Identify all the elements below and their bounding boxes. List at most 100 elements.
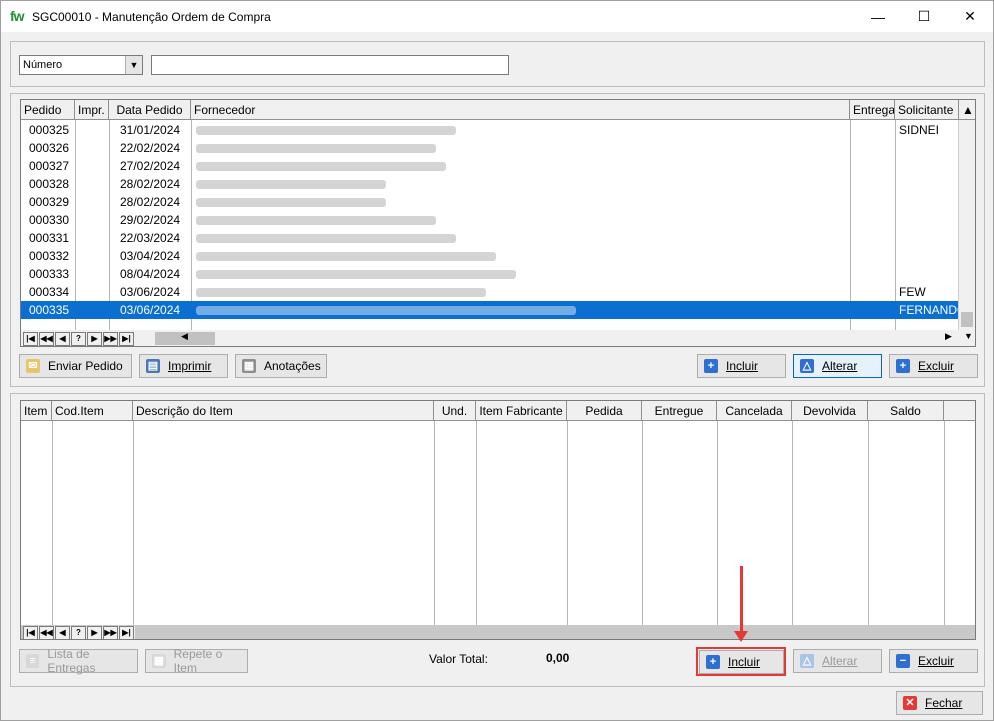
table-row[interactable]: 000334 03/06/2024 FEW: [21, 283, 959, 301]
horizontal-scrollbar[interactable]: |◀ ◀◀ ◀ ? ▶ ▶▶ ▶| ◀ ▶ ▼: [21, 330, 975, 346]
col-header-impr[interactable]: Impr.: [75, 100, 109, 120]
col-divider: [717, 421, 718, 625]
table-row[interactable]: 000333 08/04/2024: [21, 265, 959, 283]
imprimir-button[interactable]: ▤ Imprimir: [139, 354, 228, 378]
repeat-icon: ▦: [152, 654, 166, 668]
cell-data-pedido: 28/02/2024: [120, 195, 181, 209]
table-row[interactable]: 000335 03/06/2024 FERNANDO: [21, 301, 966, 319]
table-row[interactable]: 000330 29/02/2024: [21, 211, 959, 229]
orders-grid[interactable]: Pedido Impr. Data Pedido Fornecedor Entr…: [20, 99, 976, 347]
alterar-pedido-button[interactable]: △ Alterar: [793, 354, 882, 378]
table-row[interactable]: 000332 03/04/2024: [21, 247, 959, 265]
col-header-entrega[interactable]: Entrega: [850, 100, 895, 120]
window-title: SGC00010 - Manutenção Ordem de Compra: [32, 10, 271, 24]
excluir-pedido-button[interactable]: + Excluir: [889, 354, 978, 378]
cell-fornecedor-redacted: [196, 216, 436, 225]
items-grid[interactable]: Item Cod.Item Descrição do Item Und. Ite…: [20, 400, 976, 640]
enviar-pedido-label: Enviar Pedido: [48, 359, 123, 373]
col-header-descricao[interactable]: Descrição do Item: [133, 401, 434, 421]
cell-pedido: 000330: [29, 213, 70, 227]
col-divider: [434, 421, 435, 625]
nav-prev-page-button[interactable]: ◀◀: [39, 626, 54, 639]
col-header-solicitante[interactable]: Solicitante: [895, 100, 959, 120]
scroll-left-icon[interactable]: ◀: [181, 331, 188, 342]
close-button[interactable]: ✕: [947, 1, 993, 32]
scroll-down-icon[interactable]: ▼: [964, 331, 973, 341]
cell-pedido: 000335: [29, 303, 70, 317]
nav-next-page-button[interactable]: ▶▶: [103, 626, 118, 639]
excluir-pedido-label: Excluir: [918, 359, 955, 373]
table-row[interactable]: 000329 28/02/2024: [21, 193, 959, 211]
col-header-pedido[interactable]: Pedido: [21, 100, 75, 120]
table-row[interactable]: 000326 22/02/2024: [21, 139, 959, 157]
table-row[interactable]: 000325 31/01/2024 SIDNEI: [21, 121, 959, 139]
col-header-item-fabricante[interactable]: Item Fabricante: [476, 401, 567, 421]
app-logo-icon: fw: [10, 8, 25, 24]
cell-fornecedor-redacted: [196, 306, 576, 315]
col-divider: [52, 421, 53, 625]
col-divider: [642, 421, 643, 625]
nav-prev-page-button[interactable]: ◀◀: [39, 332, 54, 346]
cell-data-pedido: 03/06/2024: [120, 285, 181, 299]
nav-first-button[interactable]: |◀: [23, 332, 38, 346]
scroll-up-button[interactable]: ▲: [959, 100, 975, 120]
anotacoes-button[interactable]: ▦ Anotações: [235, 354, 327, 378]
alterar-pedido-label: Alterar: [822, 359, 858, 373]
nav-next-button[interactable]: ▶: [87, 332, 102, 346]
vertical-scrollbar[interactable]: [958, 120, 975, 330]
col-header-data-pedido[interactable]: Data Pedido: [109, 100, 191, 120]
enviar-pedido-button[interactable]: ✉ Enviar Pedido: [19, 354, 132, 378]
nav-first-button[interactable]: |◀: [23, 626, 38, 639]
nav-search-button[interactable]: ?: [71, 332, 86, 346]
alterar-item-button[interactable]: △ Alterar: [793, 649, 882, 673]
nav-search-button[interactable]: ?: [71, 626, 86, 639]
cell-pedido: 000329: [29, 195, 70, 209]
col-header-cancelada[interactable]: Cancelada: [717, 401, 792, 421]
incluir-pedido-button[interactable]: + Incluir: [697, 354, 786, 378]
anotacoes-label: Anotações: [264, 359, 321, 373]
minimize-button[interactable]: —: [855, 1, 901, 32]
nav-prev-button[interactable]: ◀: [55, 626, 70, 639]
col-header-saldo[interactable]: Saldo: [868, 401, 944, 421]
nav-next-page-button[interactable]: ▶▶: [103, 332, 118, 346]
scroll-right-icon[interactable]: ▶: [945, 331, 952, 342]
col-header-und[interactable]: Und.: [434, 401, 476, 421]
table-row[interactable]: 000331 22/03/2024: [21, 229, 959, 247]
edit-icon: △: [800, 359, 814, 373]
col-header-cod-item[interactable]: Cod.Item: [52, 401, 133, 421]
table-row[interactable]: 000328 28/02/2024: [21, 175, 959, 193]
cell-data-pedido: 08/04/2024: [120, 267, 181, 281]
items-horizontal-scrollbar[interactable]: |◀ ◀◀ ◀ ? ▶ ▶▶ ▶|: [21, 625, 975, 639]
col-header-fornecedor[interactable]: Fornecedor: [191, 100, 850, 120]
col-header-entregue[interactable]: Entregue: [642, 401, 717, 421]
col-divider: [133, 421, 134, 625]
nav-prev-button[interactable]: ◀: [55, 332, 70, 346]
col-divider: [476, 421, 477, 625]
search-input[interactable]: [151, 55, 509, 75]
col-divider: [792, 421, 793, 625]
cell-pedido: 000333: [29, 267, 70, 281]
nav-last-button[interactable]: ▶|: [119, 626, 134, 639]
scrollbar-thumb[interactable]: [961, 312, 973, 327]
col-header-pedida[interactable]: Pedida: [567, 401, 642, 421]
annotation-arrow-head: [734, 631, 748, 642]
nav-last-button[interactable]: ▶|: [119, 332, 134, 346]
cell-fornecedor-redacted: [196, 162, 446, 171]
cell-solicitante: FEW: [899, 285, 926, 299]
filter-field-select[interactable]: Número ▼: [19, 55, 143, 75]
cell-solicitante: FERNANDO: [899, 303, 967, 317]
chevron-down-icon[interactable]: ▼: [125, 56, 142, 74]
repete-item-button[interactable]: ▦ Repete o Item: [145, 647, 248, 675]
col-header-item[interactable]: Item: [21, 401, 52, 421]
excluir-item-button[interactable]: − Excluir: [889, 649, 978, 673]
nav-next-button[interactable]: ▶: [87, 626, 102, 639]
excluir-item-label: Excluir: [918, 654, 955, 668]
maximize-button[interactable]: ☐: [901, 1, 947, 32]
cell-pedido: 000331: [29, 231, 70, 245]
cell-data-pedido: 22/03/2024: [120, 231, 181, 245]
table-row[interactable]: 000327 27/02/2024: [21, 157, 959, 175]
lista-entregas-button[interactable]: ≡ Lista de Entregas: [19, 647, 138, 675]
fechar-button[interactable]: ✕ Fechar: [896, 691, 983, 715]
col-header-devolvida[interactable]: Devolvida: [792, 401, 868, 421]
cell-data-pedido: 03/06/2024: [120, 303, 181, 317]
